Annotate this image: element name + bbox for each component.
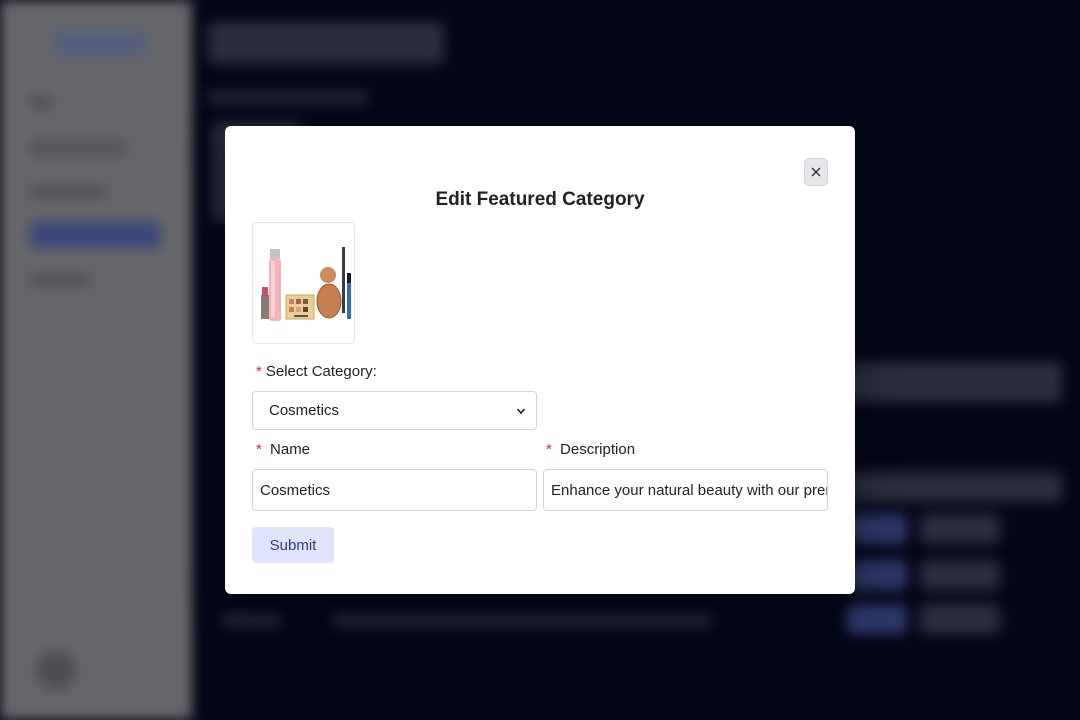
close-icon <box>811 167 821 177</box>
category-select[interactable]: Cosmetics <box>252 391 537 430</box>
category-image <box>252 222 355 344</box>
chevron-down-icon <box>516 407 526 414</box>
submit-button[interactable]: Submit <box>252 527 334 563</box>
select-category-label-text: Select Category: <box>265 363 377 380</box>
required-marker: * <box>256 363 262 380</box>
required-marker: * <box>256 441 262 458</box>
name-label: * Name <box>256 441 310 458</box>
cosmetics-image-icon <box>260 247 351 321</box>
name-input[interactable]: Cosmetics <box>252 469 537 511</box>
select-category-label: * Select Category: <box>256 363 377 380</box>
description-label: * Description <box>546 441 635 458</box>
category-select-value: Cosmetics <box>269 402 340 419</box>
description-input[interactable]: Enhance your natural beauty with our pre… <box>543 469 828 511</box>
description-label-text: Description <box>560 441 636 458</box>
name-label-text: Name <box>270 441 311 458</box>
modal-title: Edit Featured Category <box>435 189 645 210</box>
required-marker: * <box>546 441 552 458</box>
close-button[interactable] <box>804 158 828 186</box>
edit-featured-category-modal: Edit Featured Category * Select Category… <box>225 126 855 594</box>
